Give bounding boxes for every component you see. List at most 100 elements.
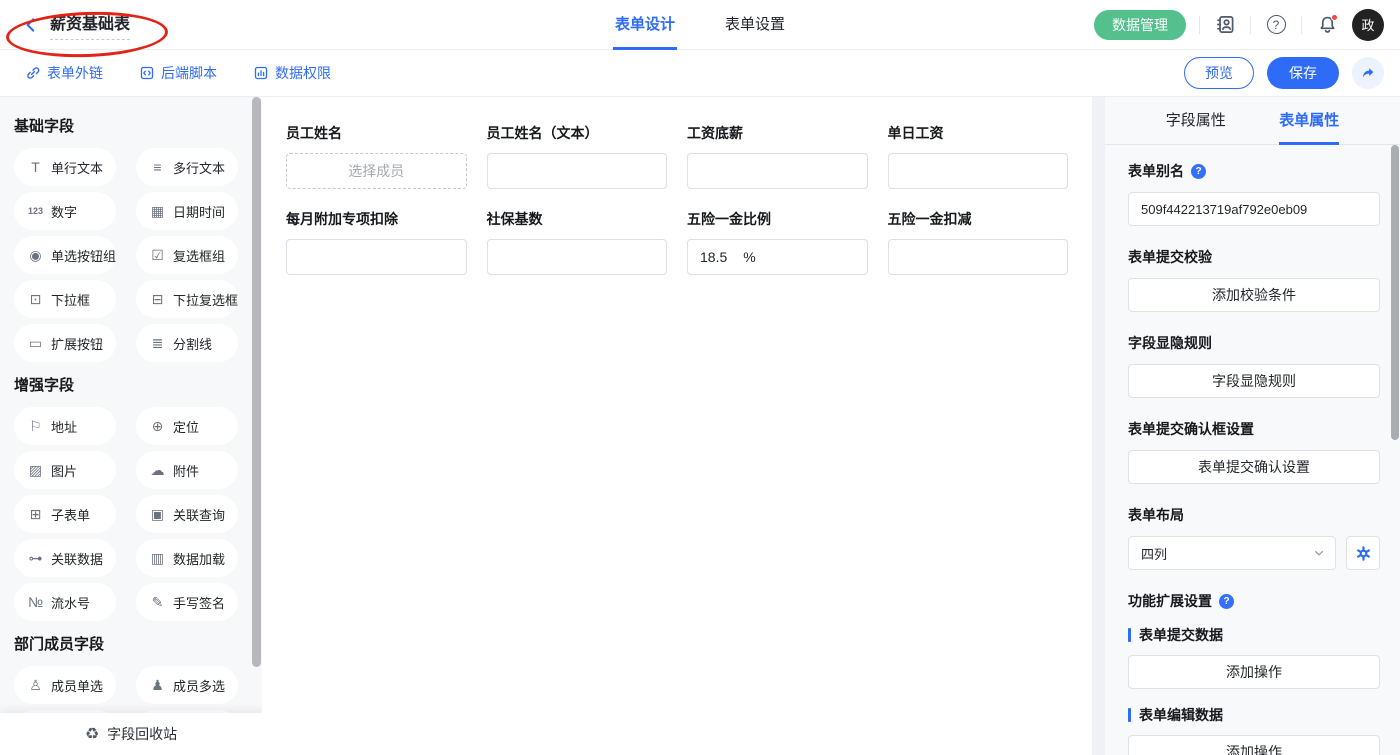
text-input[interactable] bbox=[487, 239, 668, 275]
sidebar-item-checkbox-group[interactable]: ☑复选框组 bbox=[136, 236, 238, 274]
add-action-edit-button[interactable]: 添加操作 bbox=[1128, 735, 1380, 755]
edit-data-heading: 表单编辑数据 bbox=[1128, 705, 1380, 725]
radio-icon: ◉ bbox=[27, 247, 44, 264]
field-monthly-extra-deduction[interactable]: 每月附加专项扣除 bbox=[286, 209, 467, 275]
form-designer-app: 薪资基础表 表单设计 表单设置 数据管理 政 bbox=[0, 0, 1400, 755]
textarea-icon: ≡ bbox=[149, 159, 166, 175]
sidebar-item-image[interactable]: ▨图片 bbox=[14, 451, 116, 489]
add-validation-button[interactable]: 添加校验条件 bbox=[1128, 278, 1380, 312]
gear-icon bbox=[1355, 545, 1372, 562]
accent-bar bbox=[1128, 628, 1131, 642]
tab-form-settings[interactable]: 表单设置 bbox=[723, 0, 787, 50]
data-manage-button[interactable]: 数据管理 bbox=[1094, 10, 1186, 40]
help-badge-icon[interactable] bbox=[1191, 164, 1206, 179]
text-input[interactable] bbox=[286, 239, 467, 275]
sidebar-item-radio-group[interactable]: ◉单选按钮组 bbox=[14, 236, 116, 274]
section-title-basic-fields: 基础字段 bbox=[0, 115, 262, 136]
form-alias-group: 表单别名 bbox=[1128, 161, 1380, 226]
submit-confirm-button[interactable]: 表单提交确认设置 bbox=[1128, 450, 1380, 484]
avatar[interactable]: 政 bbox=[1352, 9, 1384, 41]
share-button[interactable] bbox=[1352, 57, 1384, 89]
chart-square-icon bbox=[253, 65, 269, 81]
add-action-submit-button[interactable]: 添加操作 bbox=[1128, 655, 1380, 689]
sidebar-item-number[interactable]: 123数字 bbox=[14, 192, 116, 230]
sidebar-item-member-multi[interactable]: ♟成员多选 bbox=[136, 666, 238, 704]
sidebar-item-datetime[interactable]: ▦日期时间 bbox=[136, 192, 238, 230]
field-recycle-bin-button[interactable]: ♻ 字段回收站 bbox=[0, 713, 262, 755]
text-input[interactable] bbox=[687, 153, 868, 189]
chevron-left-icon bbox=[22, 16, 40, 34]
sidebar-item-multi-line-text[interactable]: ≡多行文本 bbox=[136, 148, 238, 186]
tab-form-properties[interactable]: 表单属性 bbox=[1279, 97, 1339, 145]
submit-confirm-group: 表单提交确认框设置 表单提交确认设置 bbox=[1128, 419, 1380, 484]
relation-icon: ⊶ bbox=[27, 550, 44, 567]
title-area: 薪资基础表 bbox=[0, 10, 130, 40]
submit-confirm-label: 表单提交确认框设置 bbox=[1128, 419, 1380, 439]
sidebar-item-multi-select[interactable]: ⊟下拉复选框 bbox=[136, 280, 238, 318]
recycle-icon: ♻ bbox=[85, 724, 99, 744]
tab-field-properties[interactable]: 字段属性 bbox=[1166, 97, 1226, 145]
sidebar-item-divider-line[interactable]: ≣分割线 bbox=[136, 324, 238, 362]
sidebar-item-select[interactable]: ⊡下拉框 bbox=[14, 280, 116, 318]
field-employee-name-text[interactable]: 员工姓名（文本） bbox=[487, 123, 668, 189]
field-visibility-label: 字段显隐规则 bbox=[1128, 333, 1380, 353]
sidebar-item-related-data[interactable]: ⊶关联数据 bbox=[14, 539, 116, 577]
accent-bar bbox=[1128, 708, 1131, 722]
field-insurance-deduction[interactable]: 五险一金扣减 bbox=[888, 209, 1069, 275]
checkbox-icon: ☑ bbox=[149, 247, 166, 264]
form-layout-label: 表单布局 bbox=[1128, 505, 1380, 525]
sidebar-scrollbar[interactable] bbox=[252, 97, 261, 667]
help-icon[interactable] bbox=[1264, 13, 1288, 37]
contacts-icon[interactable] bbox=[1213, 13, 1237, 37]
sidebar-item-serial-number[interactable]: №流水号 bbox=[14, 583, 116, 621]
calendar-icon: ▦ bbox=[149, 203, 166, 220]
sidebar-item-single-line-text[interactable]: T单行文本 bbox=[14, 148, 116, 186]
text-input[interactable] bbox=[487, 153, 668, 189]
sidebar-item-subform[interactable]: ⊞子表单 bbox=[14, 495, 116, 533]
locate-icon: ⊕ bbox=[149, 418, 166, 435]
field-base-salary[interactable]: 工资底薪 bbox=[687, 123, 868, 189]
field-employee-name[interactable]: 员工姓名 选择成员 bbox=[286, 123, 467, 189]
field-visibility-button[interactable]: 字段显隐规则 bbox=[1128, 364, 1380, 398]
backend-script-link[interactable]: 后端脚本 bbox=[139, 63, 217, 83]
tab-form-design[interactable]: 表单设计 bbox=[613, 0, 677, 50]
form-canvas[interactable]: 员工姓名 选择成员 员工姓名（文本） 工资底薪 单日工资 每月附加专项扣除 bbox=[262, 97, 1092, 755]
sidebar-item-related-lookup[interactable]: ▣关联查询 bbox=[136, 495, 238, 533]
member-picker[interactable]: 选择成员 bbox=[286, 153, 467, 189]
image-icon: ▨ bbox=[27, 462, 44, 479]
sidebar-item-attachment[interactable]: ☁附件 bbox=[136, 451, 238, 489]
submit-validation-label: 表单提交校验 bbox=[1128, 247, 1380, 267]
sidebar-item-location[interactable]: ⊕定位 bbox=[136, 407, 238, 445]
top-bar: 薪资基础表 表单设计 表单设置 数据管理 政 bbox=[0, 0, 1400, 50]
lookup-icon: ▣ bbox=[149, 506, 166, 523]
sidebar-item-member-single[interactable]: ♙成员单选 bbox=[14, 666, 116, 704]
field-daily-salary[interactable]: 单日工资 bbox=[888, 123, 1069, 189]
pin-icon: ⚐ bbox=[27, 418, 44, 435]
text-input[interactable] bbox=[888, 153, 1069, 189]
preview-button[interactable]: 预览 bbox=[1184, 57, 1254, 89]
help-badge-icon[interactable] bbox=[1219, 594, 1234, 609]
sidebar-item-signature[interactable]: ✎手写签名 bbox=[136, 583, 238, 621]
bar-chart-icon: ▥ bbox=[149, 550, 166, 567]
sidebar-item-extend-button[interactable]: ▭扩展按钮 bbox=[14, 324, 116, 362]
form-external-link[interactable]: 表单外链 bbox=[25, 63, 103, 83]
text-input[interactable] bbox=[888, 239, 1069, 275]
layout-settings-button[interactable] bbox=[1346, 536, 1380, 570]
data-permission-link[interactable]: 数据权限 bbox=[253, 63, 331, 83]
subform-icon: ⊞ bbox=[27, 506, 44, 523]
back-button[interactable] bbox=[22, 16, 40, 34]
sidebar-item-data-load[interactable]: ▥数据加载 bbox=[136, 539, 238, 577]
number-input[interactable]: 18.5 % bbox=[687, 239, 868, 275]
multi-select-icon: ⊟ bbox=[149, 291, 166, 308]
layout-select[interactable]: 四列 bbox=[1128, 536, 1336, 570]
page-title[interactable]: 薪资基础表 bbox=[50, 10, 130, 40]
form-alias-input[interactable] bbox=[1128, 192, 1380, 226]
notification-bell-icon[interactable] bbox=[1315, 13, 1339, 37]
save-button[interactable]: 保存 bbox=[1267, 57, 1339, 89]
cloud-upload-icon: ☁ bbox=[149, 462, 166, 479]
sidebar-item-address[interactable]: ⚐地址 bbox=[14, 407, 116, 445]
field-social-insurance-base[interactable]: 社保基数 bbox=[487, 209, 668, 275]
divider bbox=[1199, 16, 1200, 34]
panel-scrollbar[interactable] bbox=[1391, 145, 1399, 440]
field-insurance-ratio[interactable]: 五险一金比例 18.5 % bbox=[687, 209, 868, 275]
